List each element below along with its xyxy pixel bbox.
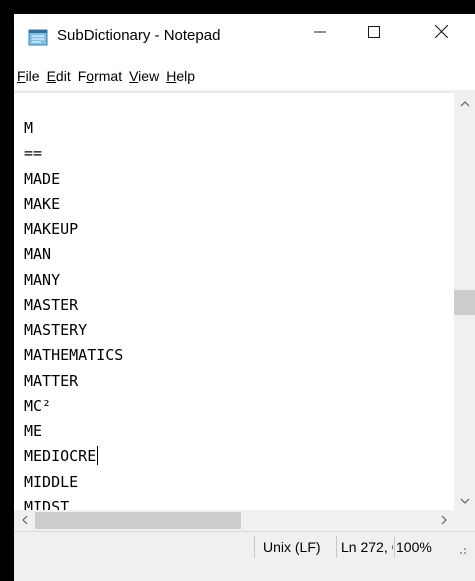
maximize-button[interactable]	[351, 14, 397, 54]
caret-line-text: MEDIOCRE	[24, 447, 97, 466]
status-cursor-position: Ln 272, Col 9	[341, 539, 393, 555]
scroll-down-arrow-icon	[460, 491, 470, 509]
scroll-down-button[interactable]	[454, 489, 475, 510]
text-line: MANY	[24, 270, 61, 289]
vertical-scrollbar[interactable]	[454, 92, 475, 510]
menu-edit[interactable]: Edit	[44, 68, 74, 84]
text-line: MIDDLE	[24, 472, 79, 491]
minimize-button[interactable]	[297, 14, 343, 54]
text-line-with-caret: MEDIOCRE	[24, 444, 123, 469]
status-separator	[394, 536, 395, 558]
scroll-left-arrow-icon	[21, 512, 28, 530]
vertical-scroll-thumb[interactable]	[454, 290, 475, 315]
scrollbar-corner	[454, 510, 475, 531]
notepad-window: SubDictionary - Notepad File Edit Format…	[14, 14, 475, 581]
menu-bar: File Edit Format View Help	[14, 62, 475, 90]
status-bar: Unix (LF) Ln 272, Col 9 100%	[14, 531, 475, 581]
maximize-icon	[368, 25, 380, 43]
text-line: MAKEUP	[24, 220, 79, 238]
menu-format[interactable]: Format	[75, 68, 125, 84]
scroll-right-button[interactable]	[433, 510, 454, 531]
scroll-up-button[interactable]	[454, 92, 475, 113]
text-line: MADE	[24, 169, 61, 188]
scroll-left-button[interactable]	[14, 510, 35, 531]
text-line: MIDST	[24, 497, 70, 511]
scroll-up-arrow-icon	[460, 94, 470, 112]
text-line: MASTER	[24, 295, 79, 314]
notepad-icon	[28, 28, 48, 46]
minimize-icon	[314, 25, 326, 43]
text-editor-area[interactable]: M == MADE MAKE MAKEUP MAN MANY MASTER MA…	[14, 92, 454, 511]
text-line: MATTER	[24, 371, 79, 390]
menu-file[interactable]: File	[14, 68, 43, 84]
text-line: MASTERY	[24, 321, 88, 339]
text-lines: M == MADE MAKE MAKEUP MAN MANY MASTER MA…	[24, 116, 123, 511]
text-caret	[97, 446, 99, 466]
text-line: MAKE	[24, 194, 61, 213]
text-line: MC²	[24, 396, 52, 415]
close-icon	[434, 24, 448, 43]
status-line-ending: Unix (LF)	[263, 539, 321, 555]
horizontal-scrollbar[interactable]	[14, 510, 454, 531]
menu-help[interactable]: Help	[163, 68, 198, 84]
title-bar[interactable]: SubDictionary - Notepad	[14, 14, 475, 62]
status-separator	[336, 536, 337, 558]
resize-grip-icon[interactable]	[454, 542, 468, 556]
text-line: MAN	[24, 245, 52, 264]
text-line: MATHEMATICS	[24, 346, 124, 365]
horizontal-scroll-thumb[interactable]	[35, 512, 241, 529]
text-line: M	[24, 119, 34, 137]
window-title: SubDictionary - Notepad	[57, 27, 221, 44]
status-separator	[254, 536, 255, 558]
close-button[interactable]	[418, 14, 464, 54]
menu-view[interactable]: View	[126, 68, 162, 84]
text-line: ==	[24, 144, 43, 163]
text-line: ME	[24, 422, 43, 440]
scroll-right-arrow-icon	[441, 512, 447, 530]
status-zoom: 100%	[396, 539, 432, 555]
